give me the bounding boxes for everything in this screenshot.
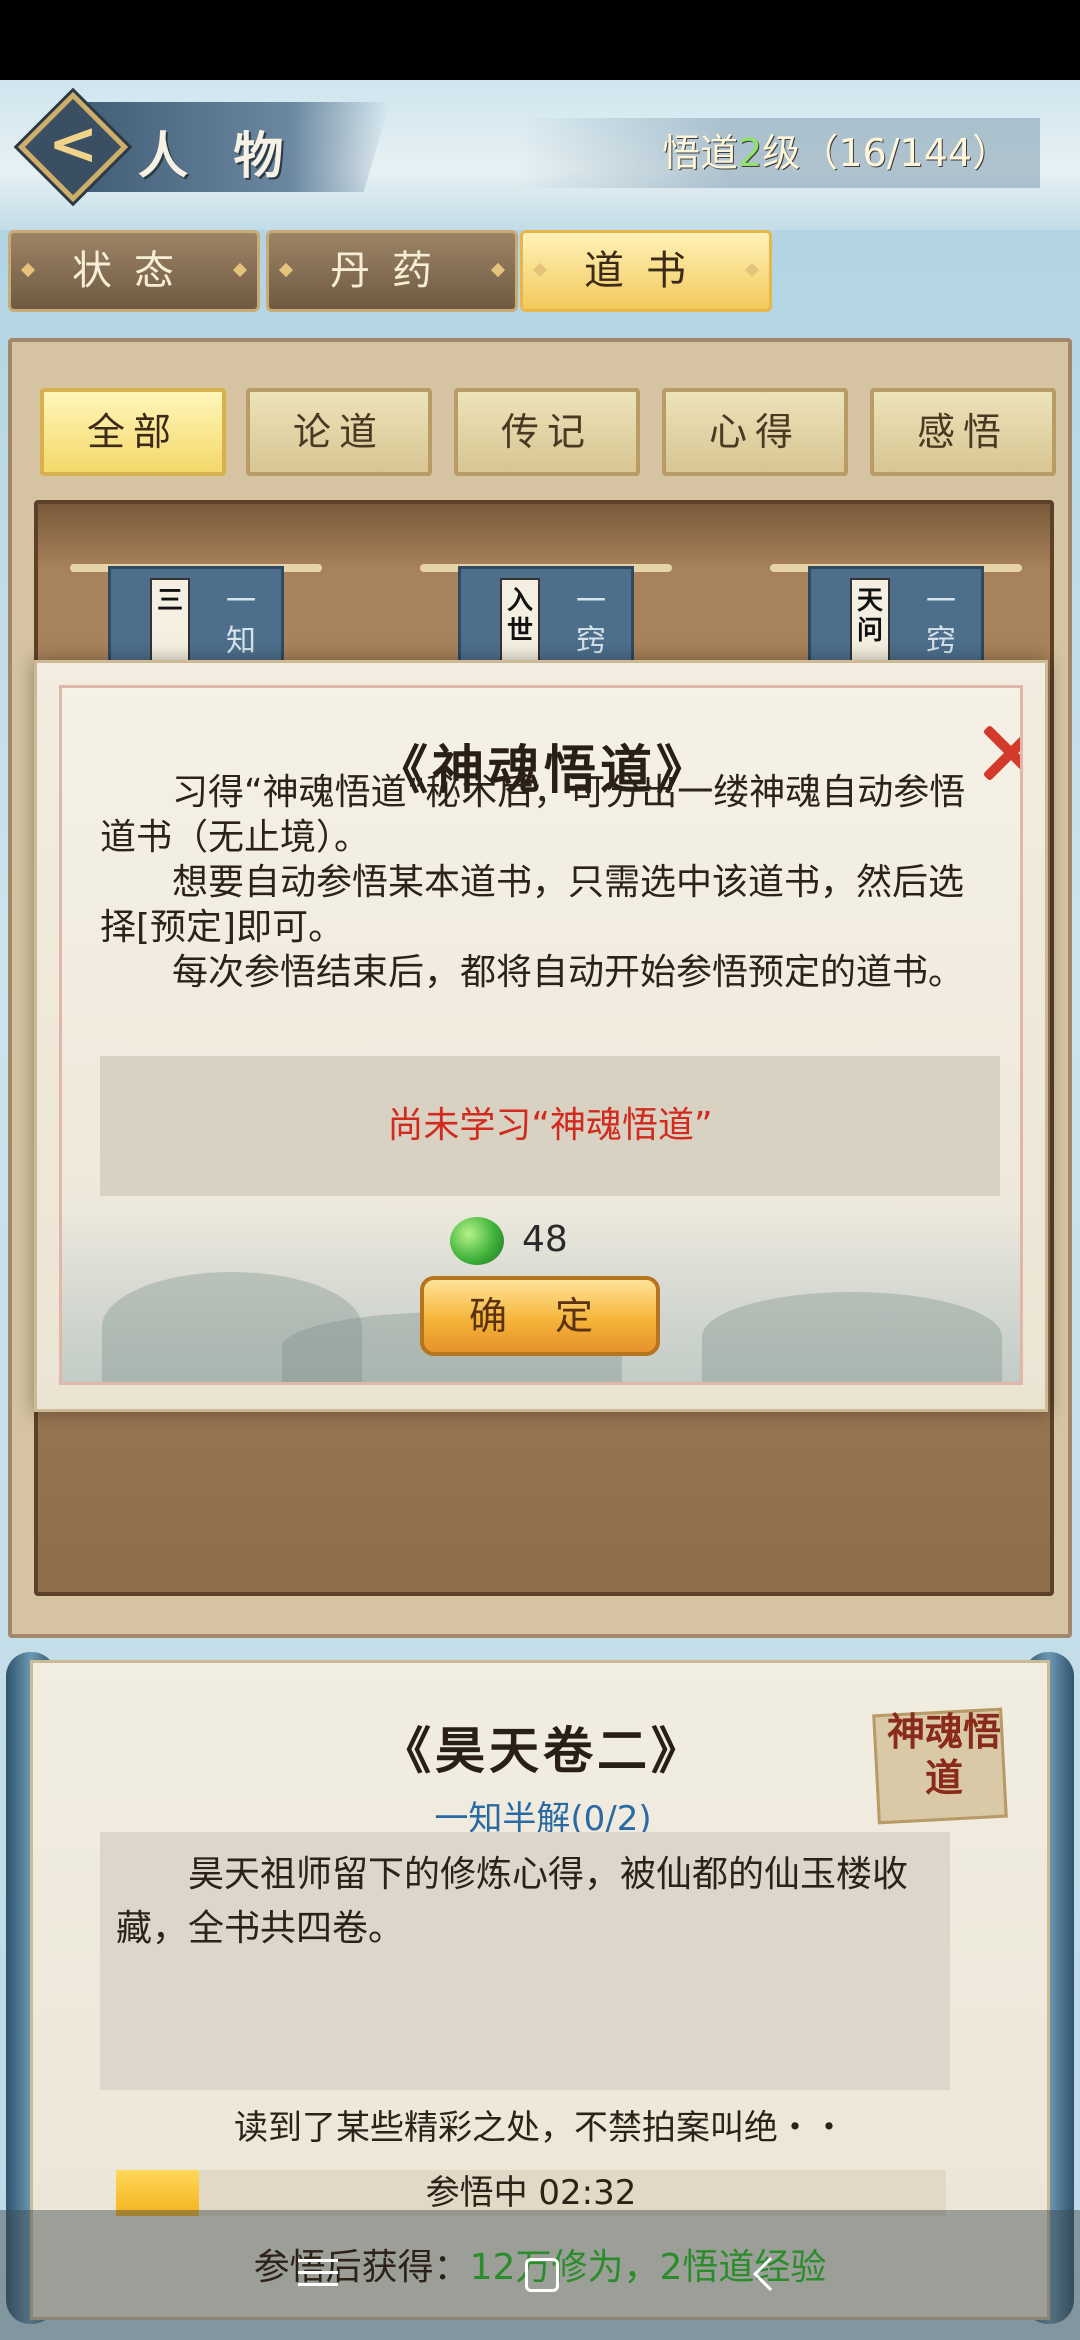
subtab-all[interactable]: 全部 <box>40 388 226 476</box>
back-button[interactable]: < <box>17 91 129 203</box>
subtab-biography[interactable]: 传记 <box>454 388 640 476</box>
back-arrow-icon: < <box>48 109 99 179</box>
confirm-button[interactable]: 确 定 <box>420 1276 660 1356</box>
subtab-discourse[interactable]: 论道 <box>246 388 432 476</box>
level-display: 悟道2级（16/144） <box>520 118 1040 188</box>
tab-ornament <box>20 262 36 278</box>
level-prefix: 悟道 <box>662 131 739 175</box>
level-suffix: 级（16/144） <box>762 131 1010 175</box>
flavor-text: 读到了某些精彩之处，不禁拍案叫绝・・ <box>234 2108 846 2148</box>
cost-value: 48 <box>522 1219 568 1260</box>
tab-ornament <box>278 262 294 278</box>
cost-display: 48 <box>450 1214 568 1266</box>
book-item[interactable]: 三 一 知 <box>70 564 322 664</box>
tab-label: 丹药 <box>330 248 454 294</box>
soul-enlightenment-seal[interactable]: 神魂悟道 <box>869 1701 1019 1831</box>
status-bar <box>0 0 1080 80</box>
book-side-text: 一 窍 <box>576 584 606 659</box>
reward-prefix: 参悟后获得： <box>253 2247 470 2288</box>
book-label: 天问 <box>850 578 890 662</box>
not-learned-notice: 尚未学习“神魂悟道” <box>100 1056 1000 1196</box>
close-icon[interactable] <box>976 718 1020 788</box>
page-title: 人 物 <box>138 126 298 185</box>
tab-label: 状态 <box>72 248 196 294</box>
dialog-paragraph: 每次参悟结束后，都将自动开始参悟预定的道书。 <box>172 952 965 993</box>
tab-ornament <box>232 262 248 278</box>
book-description: 昊天祖师留下的修炼心得，被仙都的仙玉楼收藏，全书共四卷。 <box>100 1832 950 2090</box>
level-number: 2 <box>738 131 763 175</box>
dialog-paragraph: 习得“神魂悟道”秘术后，可分出一缕神魂自动参悟道书（无止境）。 <box>100 772 966 858</box>
home-icon[interactable] <box>512 2250 572 2300</box>
tab-elixir[interactable]: 丹药 <box>266 230 518 312</box>
tab-books[interactable]: 道书 <box>520 230 772 312</box>
dialog-paragraph: 想要自动参悟某本道书，只需选中该道书，然后选择[预定]即可。 <box>100 862 965 948</box>
jade-currency-icon <box>450 1217 504 1265</box>
description-text: 昊天祖师留下的修炼心得，被仙都的仙玉楼收藏，全书共四卷。 <box>116 1854 909 1949</box>
book-side-text: 一 知 <box>226 584 256 659</box>
mountain-shape <box>702 1292 1002 1382</box>
seal-text: 神魂悟道 <box>886 1709 1001 1800</box>
book-item[interactable]: 入世 一 窍 <box>420 564 672 664</box>
subtab-enlightenment[interactable]: 感悟 <box>870 388 1056 476</box>
back-icon[interactable] <box>740 2250 800 2300</box>
tab-status[interactable]: 状态 <box>8 230 260 312</box>
header: < 人 物 悟道2级（16/144） <box>0 80 1080 230</box>
tab-ornament <box>744 262 760 278</box>
dialog-body: 习得“神魂悟道”秘术后，可分出一缕神魂自动参悟道书（无止境）。 想要自动参悟某本… <box>100 770 980 995</box>
tab-ornament <box>490 262 506 278</box>
subtab-insights[interactable]: 心得 <box>662 388 848 476</box>
tab-label: 道书 <box>584 248 708 294</box>
book-item[interactable]: 天问 一 窍 <box>770 564 1022 664</box>
tab-ornament <box>532 262 548 278</box>
book-label: 三 <box>150 578 190 662</box>
book-side-text: 一 窍 <box>926 584 956 659</box>
book-label: 入世 <box>500 578 540 662</box>
menu-icon[interactable] <box>288 2250 348 2300</box>
